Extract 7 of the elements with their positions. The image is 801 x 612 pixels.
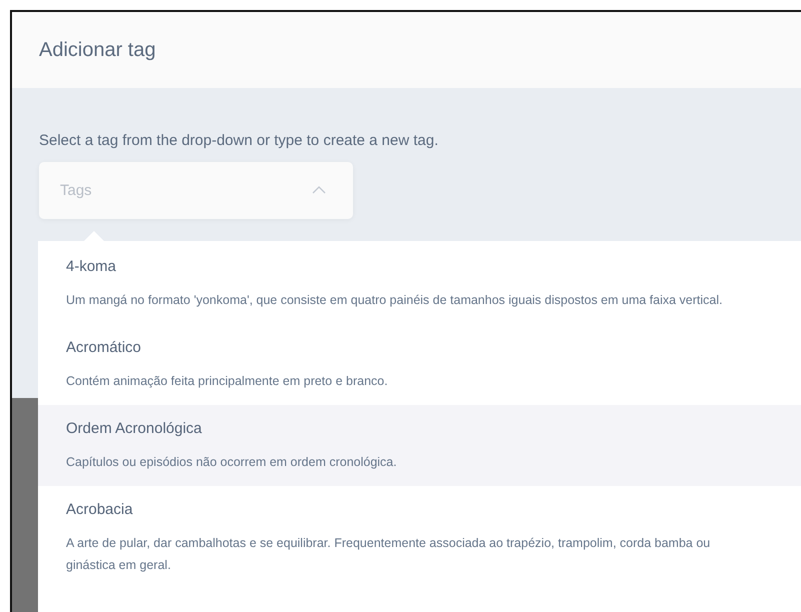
dialog-title: Adicionar tag [39, 38, 156, 62]
tags-field[interactable]: Tags [39, 162, 353, 219]
instructions: Select a tag from the drop-down or type to create a new tag. [39, 132, 440, 149]
tag-option[interactable]: Acromático Contém animação feita principalmente em preto e branco. [38, 324, 801, 405]
tag-option[interactable]: Ordem Acronológica Capítulos ou episódios não ocorrem em ordem cronológica. [38, 405, 801, 486]
tag-option[interactable]: 4-koma Um mangá no formato 'yonkoma', que consiste em quatro painéis de tamanhos iguais dispostos em uma faixa vertical. [38, 243, 801, 324]
tag-option[interactable]: Acrobacia A arte de pular, dar cambalhotas e se equilibrar. Frequentemente associada ao trapézio, trampolim, corda bamba ou ginástica em geral. [38, 486, 801, 589]
